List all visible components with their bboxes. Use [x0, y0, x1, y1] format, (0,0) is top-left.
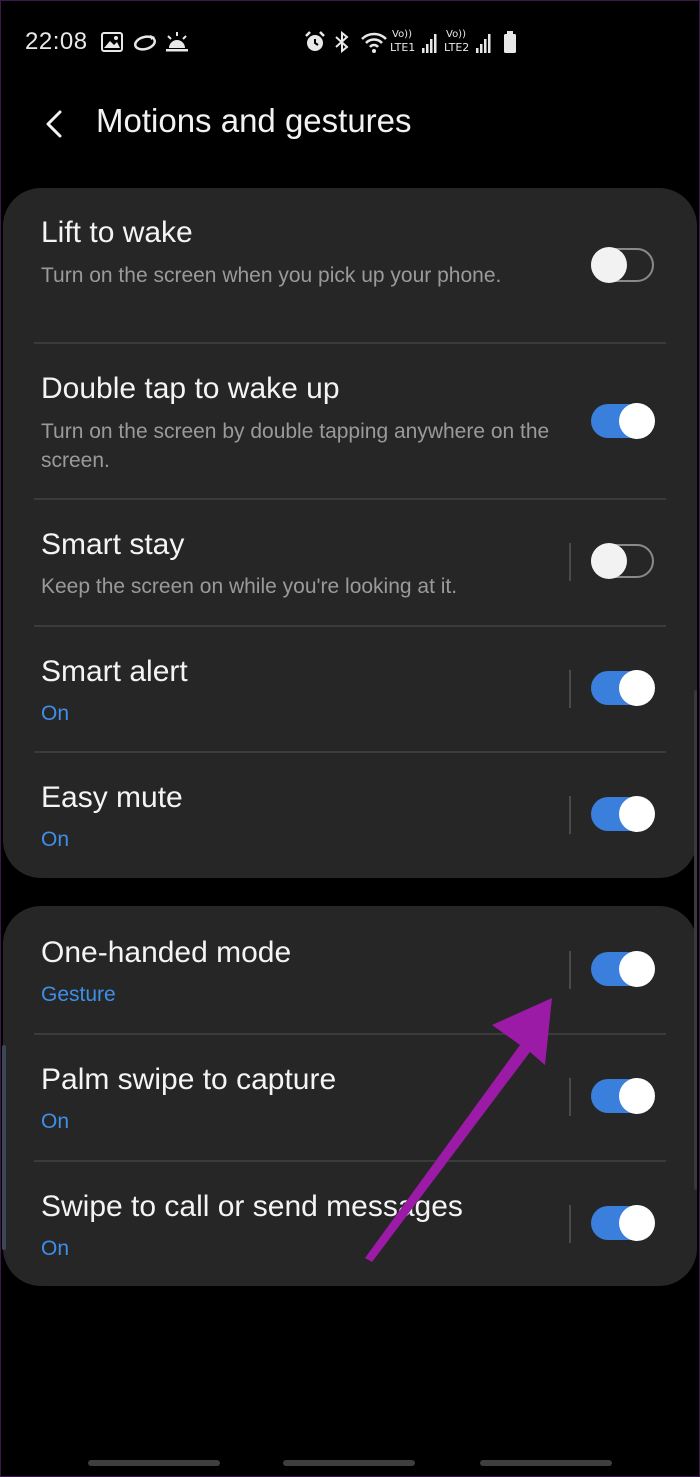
toggle-knob	[619, 670, 655, 706]
setting-title: Smart alert	[41, 655, 188, 688]
wifi-icon	[361, 32, 387, 53]
setting-title: Double tap to wake up	[41, 372, 340, 405]
setting-status: On	[41, 1237, 70, 1260]
vertical-separator	[569, 670, 571, 708]
smart-stay-toggle[interactable]	[591, 543, 654, 579]
setting-title: Easy mute	[41, 781, 183, 814]
setting-description: Turn on the screen by double tapping any…	[41, 420, 550, 472]
app-bar: Motions and gestures	[0, 86, 700, 176]
page-title: Motions and gestures	[96, 102, 412, 139]
smart-alert-toggle[interactable]	[591, 670, 655, 706]
settings-card-gestures: One-handed mode Gesture Palm swipe to ca…	[3, 906, 697, 1286]
setting-row-palm-swipe-to-capture[interactable]: Palm swipe to capture On	[3, 1035, 697, 1160]
back-nav-handle[interactable]	[480, 1460, 612, 1466]
setting-status: On	[41, 828, 70, 851]
setting-title: Smart stay	[41, 528, 185, 561]
setting-status: On	[41, 702, 70, 725]
status-time: 22:08	[25, 28, 88, 55]
toggle-knob	[619, 1205, 655, 1241]
toggle-knob	[591, 247, 627, 283]
setting-title: Swipe to call or send messages	[41, 1190, 463, 1223]
lift-to-wake-toggle[interactable]	[591, 247, 654, 283]
bluetooth-icon	[335, 30, 349, 54]
palm-swipe-to-capture-toggle[interactable]	[591, 1078, 655, 1114]
setting-row-smart-stay[interactable]: Smart stay Keep the screen on while you'…	[3, 500, 697, 626]
volte1-label: Vo))	[392, 29, 412, 40]
lte1-signal-icon: Vo)) LTE1	[390, 29, 440, 56]
easy-mute-toggle[interactable]	[591, 796, 655, 832]
setting-description: Keep the screen on while you're looking …	[41, 575, 458, 598]
vertical-separator	[569, 796, 571, 834]
setting-row-double-tap-to-wake-up[interactable]: Double tap to wake up Turn on the screen…	[3, 344, 697, 499]
setting-title: Lift to wake	[41, 216, 193, 249]
toggle-knob	[619, 951, 655, 987]
lte2-signal-icon: Vo)) LTE2	[444, 29, 494, 56]
alarm-icon	[305, 31, 325, 51]
navigation-bar	[0, 1440, 700, 1477]
toggle-knob	[619, 796, 655, 832]
home-nav-handle[interactable]	[283, 1460, 415, 1466]
sync-icon	[133, 35, 157, 51]
vertical-separator	[569, 543, 571, 581]
setting-description: Turn on the screen when you pick up your…	[41, 264, 502, 287]
toggle-knob	[619, 403, 655, 439]
back-button[interactable]	[30, 100, 78, 148]
recents-nav-handle[interactable]	[88, 1460, 220, 1466]
volte2-label: Vo))	[446, 29, 466, 40]
setting-row-swipe-to-call-or-send-messages[interactable]: Swipe to call or send messages On	[3, 1162, 697, 1286]
setting-title: One-handed mode	[41, 936, 292, 969]
chevron-left-icon	[46, 110, 62, 138]
vertical-separator	[569, 951, 571, 989]
toggle-knob	[619, 1078, 655, 1114]
lte2-label: LTE2	[444, 41, 470, 54]
status-bar: 22:08 Vo)) LTE1 Vo)) LTE2	[0, 0, 700, 86]
setting-status: On	[41, 1110, 70, 1133]
setting-row-smart-alert[interactable]: Smart alert On	[3, 627, 697, 752]
settings-card-motions: Lift to wake Turn on the screen when you…	[3, 188, 697, 878]
one-handed-mode-toggle[interactable]	[591, 951, 655, 987]
setting-row-lift-to-wake[interactable]: Lift to wake Turn on the screen when you…	[3, 188, 697, 343]
weather-icon	[166, 32, 188, 52]
toggle-knob	[591, 543, 627, 579]
battery-icon	[504, 31, 516, 53]
scrollbar[interactable]	[694, 690, 697, 1190]
vertical-separator	[569, 1205, 571, 1243]
setting-status: Gesture	[41, 983, 116, 1006]
double-tap-to-wake-up-toggle[interactable]	[591, 403, 655, 439]
setting-title: Palm swipe to capture	[41, 1063, 337, 1096]
swipe-to-call-or-send-messages-toggle[interactable]	[591, 1205, 655, 1241]
setting-row-easy-mute[interactable]: Easy mute On	[3, 753, 697, 878]
gallery-icon	[101, 32, 123, 52]
setting-row-one-handed-mode[interactable]: One-handed mode Gesture	[3, 906, 697, 1033]
lte1-label: LTE1	[390, 41, 416, 54]
vertical-separator	[569, 1078, 571, 1116]
scroll-indicator-left	[2, 1045, 6, 1250]
